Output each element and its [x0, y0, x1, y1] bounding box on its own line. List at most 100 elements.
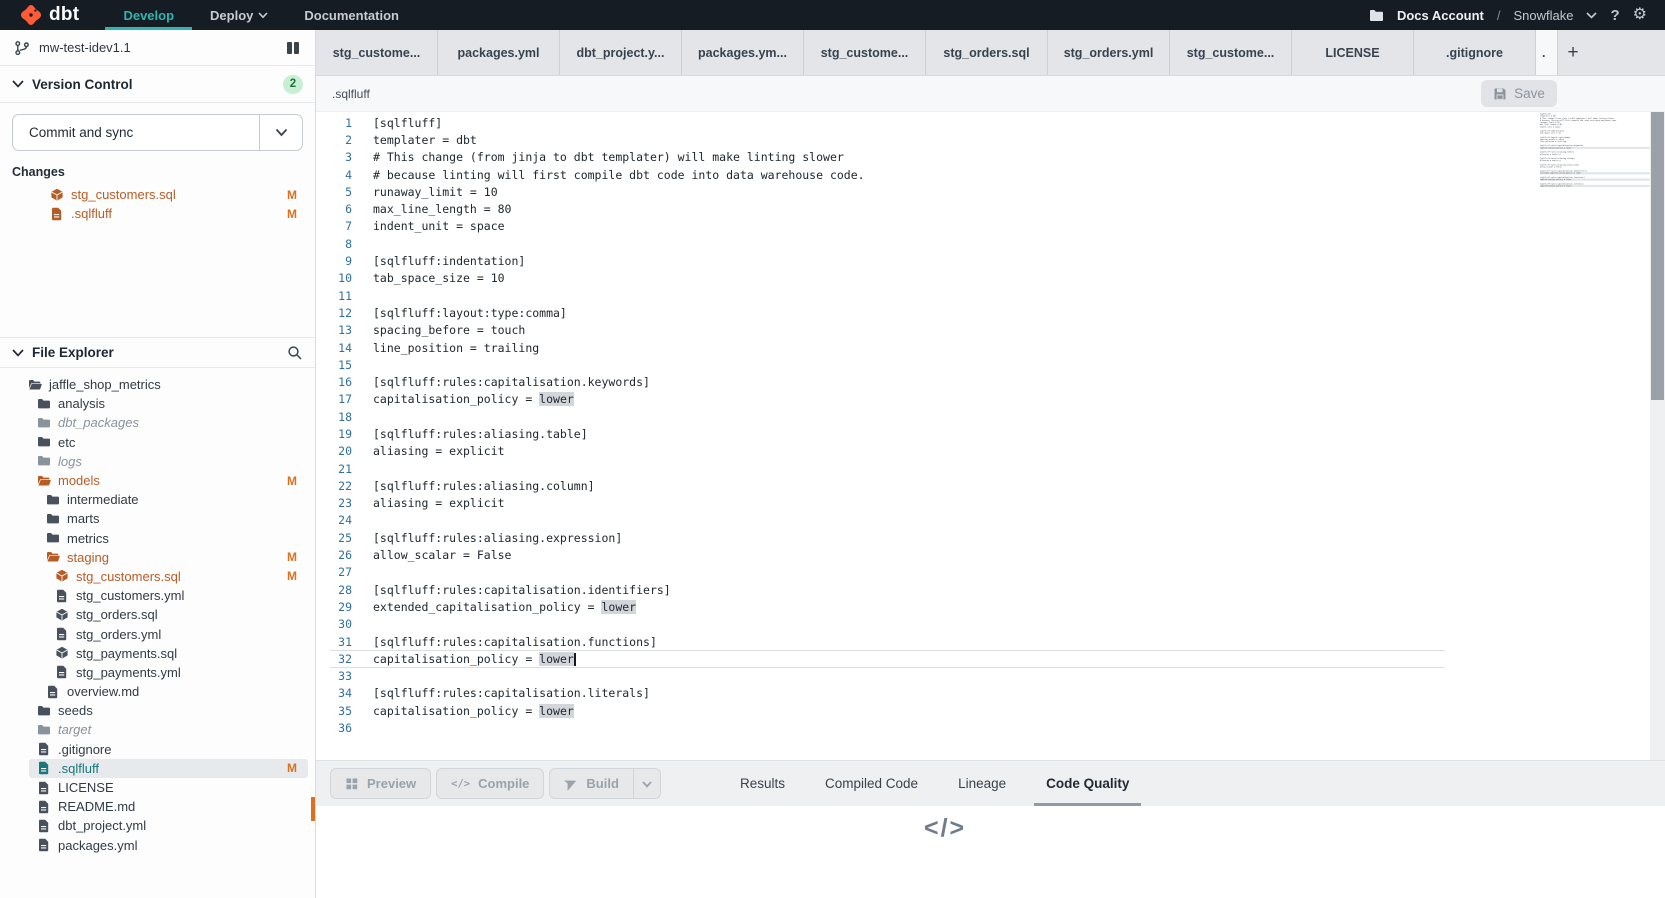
- panel-tab-results[interactable]: Results: [740, 761, 785, 806]
- branch-selector[interactable]: mw-test-idev1.1: [0, 30, 315, 66]
- editor-tab-stg_custome[interactable]: stg_custome...: [316, 30, 438, 75]
- nav-tab-deploy[interactable]: Deploy: [192, 0, 286, 30]
- code-line-7[interactable]: 7indent_unit = space: [316, 218, 1650, 235]
- minimap[interactable]: [sqlfluff]templater = dbt# This change (…: [1540, 113, 1650, 191]
- code-line-2[interactable]: 2templater = dbt: [316, 131, 1650, 148]
- panel-layout-icon[interactable]: [285, 40, 301, 56]
- new-tab-button[interactable]: +: [1558, 30, 1588, 75]
- search-icon[interactable]: [287, 345, 303, 361]
- editor-tab-packagesyml[interactable]: packages.yml: [438, 30, 560, 75]
- account-name[interactable]: Docs Account: [1397, 8, 1484, 23]
- code-line-16[interactable]: 16[sqlfluff:rules:capitalisation.keyword…: [316, 373, 1650, 390]
- panel-tab-compiled-code[interactable]: Compiled Code: [825, 761, 918, 806]
- tree-item-LICENSE[interactable]: LICENSE: [0, 778, 315, 797]
- code-line-14[interactable]: 14line_position = trailing: [316, 339, 1650, 356]
- code-line-23[interactable]: 23aliasing = explicit: [316, 495, 1650, 512]
- tree-item-seeds[interactable]: seeds: [0, 701, 315, 720]
- tree-item-models[interactable]: modelsM: [0, 471, 315, 490]
- editor-tab-active-partial[interactable]: .: [1536, 30, 1558, 75]
- code-line-12[interactable]: 12[sqlfluff:layout:type:comma]: [316, 304, 1650, 321]
- code-line-36[interactable]: 36: [316, 719, 1650, 736]
- changed-file-.sqlfluff[interactable]: .sqlfluffM: [0, 204, 315, 223]
- code-line-18[interactable]: 18: [316, 408, 1650, 425]
- tree-item-logs[interactable]: logs: [0, 452, 315, 471]
- editor-tab-gitignore[interactable]: .gitignore: [1414, 30, 1536, 75]
- tree-item-stg_payments.yml[interactable]: stg_payments.yml: [0, 663, 315, 682]
- tree-item-analysis[interactable]: analysis: [0, 394, 315, 413]
- code-line-19[interactable]: 19[sqlfluff:rules:aliasing.table]: [316, 425, 1650, 442]
- code-line-3[interactable]: 3# This change (from jinja to dbt templa…: [316, 149, 1650, 166]
- tree-item-.sqlfluff[interactable]: .sqlfluffM: [0, 759, 315, 778]
- help-icon[interactable]: ?: [1610, 7, 1619, 24]
- tree-item-jaffle_shop_metrics[interactable]: jaffle_shop_metrics: [0, 375, 315, 394]
- editor-tab-stg_custome[interactable]: stg_custome...: [804, 30, 926, 75]
- code-line-6[interactable]: 6max_line_length = 80: [316, 200, 1650, 217]
- nav-tab-documentation[interactable]: Documentation: [286, 0, 417, 30]
- tree-item-dbt_packages[interactable]: dbt_packages: [0, 413, 315, 432]
- code-line-17[interactable]: 17capitalisation_policy = lower: [316, 391, 1650, 408]
- code-line-10[interactable]: 10tab_space_size = 10: [316, 270, 1650, 287]
- code-line-30[interactable]: 30: [316, 616, 1650, 633]
- compile-button[interactable]: </>Compile: [436, 768, 544, 799]
- code-line-26[interactable]: 26allow_scalar = False: [316, 546, 1650, 563]
- tree-item-dbt_project.yml[interactable]: dbt_project.yml: [0, 816, 315, 835]
- connection-name[interactable]: Snowflake: [1514, 8, 1574, 23]
- chevron-down-icon[interactable]: [1586, 12, 1597, 19]
- commit-options-chevron[interactable]: [259, 115, 302, 150]
- changed-file-stg_customers.sql[interactable]: stg_customers.sqlM: [0, 185, 315, 204]
- panel-tab-lineage[interactable]: Lineage: [958, 761, 1006, 806]
- editor-tab-LICENSE[interactable]: LICENSE: [1292, 30, 1414, 75]
- save-button[interactable]: Save: [1481, 80, 1557, 107]
- code-line-32[interactable]: 32capitalisation_policy = lower: [316, 650, 1650, 667]
- code-line-29[interactable]: 29extended_capitalisation_policy = lower: [316, 598, 1650, 615]
- code-line-1[interactable]: 1[sqlfluff]: [316, 114, 1650, 131]
- code-line-31[interactable]: 31[sqlfluff:rules:capitalisation.functio…: [316, 633, 1650, 650]
- tree-item-.gitignore[interactable]: .gitignore: [0, 740, 315, 759]
- code-line-5[interactable]: 5runaway_limit = 10: [316, 183, 1650, 200]
- editor-tab-stg_ordersyml[interactable]: stg_orders.yml: [1048, 30, 1170, 75]
- code-line-33[interactable]: 33: [316, 668, 1650, 685]
- code-line-8[interactable]: 8: [316, 235, 1650, 252]
- tree-item-etc[interactable]: etc: [0, 433, 315, 452]
- commit-and-sync-button[interactable]: Commit and sync: [12, 114, 303, 151]
- tree-item-target[interactable]: target: [0, 720, 315, 739]
- tree-item-stg_customers.yml[interactable]: stg_customers.yml: [0, 586, 315, 605]
- code-line-28[interactable]: 28[sqlfluff:rules:capitalisation.identif…: [316, 581, 1650, 598]
- panel-tab-code-quality[interactable]: Code Quality: [1046, 761, 1129, 806]
- tree-item-overview.md[interactable]: overview.md: [0, 682, 315, 701]
- file-explorer-header[interactable]: File Explorer: [0, 337, 315, 368]
- tree-item-README.md[interactable]: README.md: [0, 797, 315, 816]
- preview-button[interactable]: Preview: [330, 768, 431, 799]
- tree-item-staging[interactable]: stagingM: [0, 548, 315, 567]
- tree-item-marts[interactable]: marts: [0, 509, 315, 528]
- code-line-20[interactable]: 20aliasing = explicit: [316, 443, 1650, 460]
- scrollbar-thumb[interactable]: [1651, 112, 1664, 400]
- code-line-21[interactable]: 21: [316, 460, 1650, 477]
- code-line-9[interactable]: 9[sqlfluff:indentation]: [316, 252, 1650, 269]
- code-line-34[interactable]: 34[sqlfluff:rules:capitalisation.literal…: [316, 685, 1650, 702]
- code-line-15[interactable]: 15: [316, 356, 1650, 373]
- code-line-13[interactable]: 13spacing_before = touch: [316, 322, 1650, 339]
- tree-item-metrics[interactable]: metrics: [0, 529, 315, 548]
- tree-item-intermediate[interactable]: intermediate: [0, 490, 315, 509]
- tree-item-stg_orders.sql[interactable]: stg_orders.sql: [0, 605, 315, 624]
- code-line-27[interactable]: 27: [316, 564, 1650, 581]
- editor-tab-dbt_projecty[interactable]: dbt_project.y...: [560, 30, 682, 75]
- editor-tab-stg_custome[interactable]: stg_custome...: [1170, 30, 1292, 75]
- code-line-22[interactable]: 22[sqlfluff:rules:aliasing.column]: [316, 477, 1650, 494]
- build-button[interactable]: Build: [549, 768, 634, 799]
- tree-item-stg_orders.yml[interactable]: stg_orders.yml: [0, 624, 315, 643]
- nav-tab-develop[interactable]: Develop: [105, 0, 192, 30]
- dbt-logo[interactable]: dbt: [20, 0, 79, 30]
- editor-tab-stg_orderssql[interactable]: stg_orders.sql: [926, 30, 1048, 75]
- code-line-35[interactable]: 35capitalisation_policy = lower: [316, 702, 1650, 719]
- gear-icon[interactable]: ⚙: [1633, 7, 1647, 23]
- code-editor[interactable]: 1[sqlfluff]2templater = dbt3# This chang…: [316, 112, 1650, 760]
- code-line-4[interactable]: 4# because linting will first compile db…: [316, 166, 1650, 183]
- tree-item-packages.yml[interactable]: packages.yml: [0, 836, 315, 855]
- editor-tab-packagesym[interactable]: packages.ym...: [682, 30, 804, 75]
- code-line-25[interactable]: 25[sqlfluff:rules:aliasing.expression]: [316, 529, 1650, 546]
- code-line-11[interactable]: 11: [316, 287, 1650, 304]
- build-options-chevron[interactable]: [634, 768, 661, 799]
- tree-item-stg_customers.sql[interactable]: stg_customers.sqlM: [0, 567, 315, 586]
